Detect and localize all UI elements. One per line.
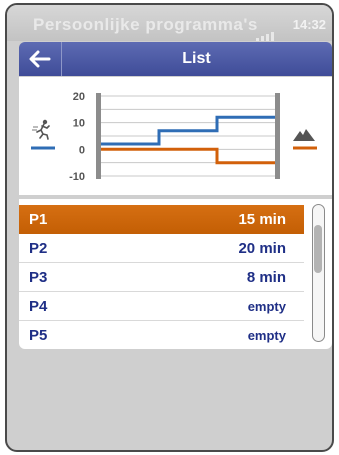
back-arrow-icon <box>29 50 51 68</box>
list-scrollbar[interactable] <box>312 204 325 342</box>
list-item-p2[interactable]: P2 20 min <box>19 234 304 263</box>
list-item-label: P4 <box>29 297 48 315</box>
y-tick-label: 20 <box>73 91 85 103</box>
y-tick-label: -10 <box>69 171 85 183</box>
program-list: P1 15 min P2 20 min P3 8 min P4 empty P5… <box>19 199 332 349</box>
title-bar: List <box>19 42 332 76</box>
list-item-value: empty <box>247 327 286 343</box>
y-tick-label: 0 <box>79 144 85 156</box>
list-item-p1[interactable]: P1 15 min <box>19 205 304 234</box>
list-item-value: 8 min <box>246 268 286 286</box>
list-item-value: 15 min <box>238 210 286 228</box>
page-title: List <box>182 50 211 67</box>
list-item-value: empty <box>247 298 286 314</box>
axis-bar-right <box>275 93 280 179</box>
axis-bar-left <box>96 93 101 179</box>
series-line-1 <box>101 115 275 146</box>
program-chart: 20 10 0 -10 <box>19 77 332 195</box>
runner-icon <box>32 119 50 140</box>
y-tick-label: 10 <box>73 118 85 130</box>
list-item-value: 20 min <box>238 239 286 257</box>
mountain-icon <box>293 129 315 141</box>
list-item-label: P1 <box>29 210 48 228</box>
list-item-p5[interactable]: P5 empty <box>19 321 304 349</box>
device-screen: Persoonlijke programma's 14:32 List 20 10… <box>5 3 334 452</box>
list-item-label: P2 <box>29 239 48 257</box>
back-button[interactable] <box>19 42 62 76</box>
scrollbar-thumb[interactable] <box>314 225 322 273</box>
list-item-p4[interactable]: P4 empty <box>19 292 304 321</box>
status-time: 14:32 <box>292 17 326 32</box>
list-item-p3[interactable]: P3 8 min <box>19 263 304 292</box>
status-title: Persoonlijke programma's <box>33 15 258 34</box>
chart-svg: 20 10 0 -10 <box>31 91 317 183</box>
list-item-label: P5 <box>29 326 48 344</box>
status-bar: Persoonlijke programma's 14:32 <box>7 5 332 41</box>
signal-icon <box>256 23 282 41</box>
series-line-2 <box>101 147 275 165</box>
list-item-label: P3 <box>29 268 48 286</box>
